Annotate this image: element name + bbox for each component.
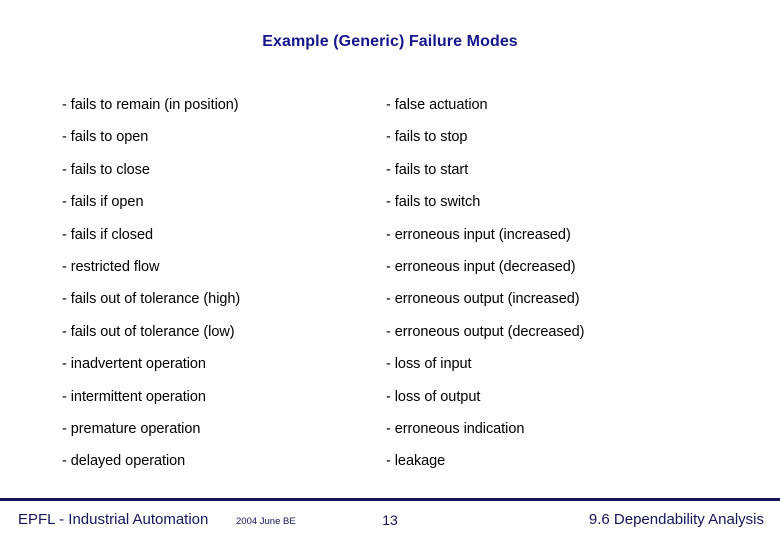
list-item: - fails to stop <box>386 129 468 146</box>
list-item: - loss of output <box>386 388 481 405</box>
failure-modes-left-column: - fails to remain (in position) - fails … <box>62 94 382 483</box>
list-item: - inadvertent operation <box>62 356 206 373</box>
list-item: - intermittent operation <box>62 388 206 405</box>
list-item: - fails to remain (in position) <box>62 97 239 113</box>
list-item: - delayed operation <box>62 453 186 470</box>
list-item: - fails out of tolerance (high) <box>62 291 241 308</box>
list-item: - erroneous indication <box>386 420 525 437</box>
list-item: - leakage <box>386 453 446 470</box>
list-item: - loss of input <box>386 356 472 373</box>
list-item: - fails if open <box>62 194 144 211</box>
list-item: - fails to open <box>62 129 149 146</box>
slide-canvas: Example (Generic) Failure Modes - fails … <box>0 0 780 540</box>
list-item: - fails to start <box>386 161 469 178</box>
list-item: - erroneous output (increased) <box>386 291 580 308</box>
slide-footer: EPFL - Industrial Automation 2004 June B… <box>0 504 780 540</box>
footer-divider <box>0 498 780 501</box>
list-item: - fails out of tolerance (low) <box>62 323 235 340</box>
footer-date: 2004 June BE <box>236 516 296 527</box>
failure-modes-columns: - fails to remain (in position) - fails … <box>0 94 780 484</box>
list-item: - false actuation <box>386 97 488 113</box>
list-item: - erroneous output (decreased) <box>386 323 585 340</box>
footer-section-title: 9.6 Dependability Analysis <box>588 511 764 528</box>
list-item: - fails to switch <box>386 194 481 211</box>
footer-page-number: 13 <box>382 512 398 528</box>
footer-organization: EPFL - Industrial Automation <box>18 511 209 528</box>
page-title: Example (Generic) Failure Modes <box>262 33 518 50</box>
list-item: - erroneous input (decreased) <box>386 258 576 275</box>
list-item: - restricted flow <box>62 258 160 275</box>
list-item: - fails to close <box>62 161 150 178</box>
list-item: - erroneous input (increased) <box>386 226 571 243</box>
list-item: - fails if closed <box>62 226 154 243</box>
list-item: - premature operation <box>62 420 201 437</box>
failure-modes-right-column: - false actuation - fails to stop - fail… <box>386 94 716 483</box>
